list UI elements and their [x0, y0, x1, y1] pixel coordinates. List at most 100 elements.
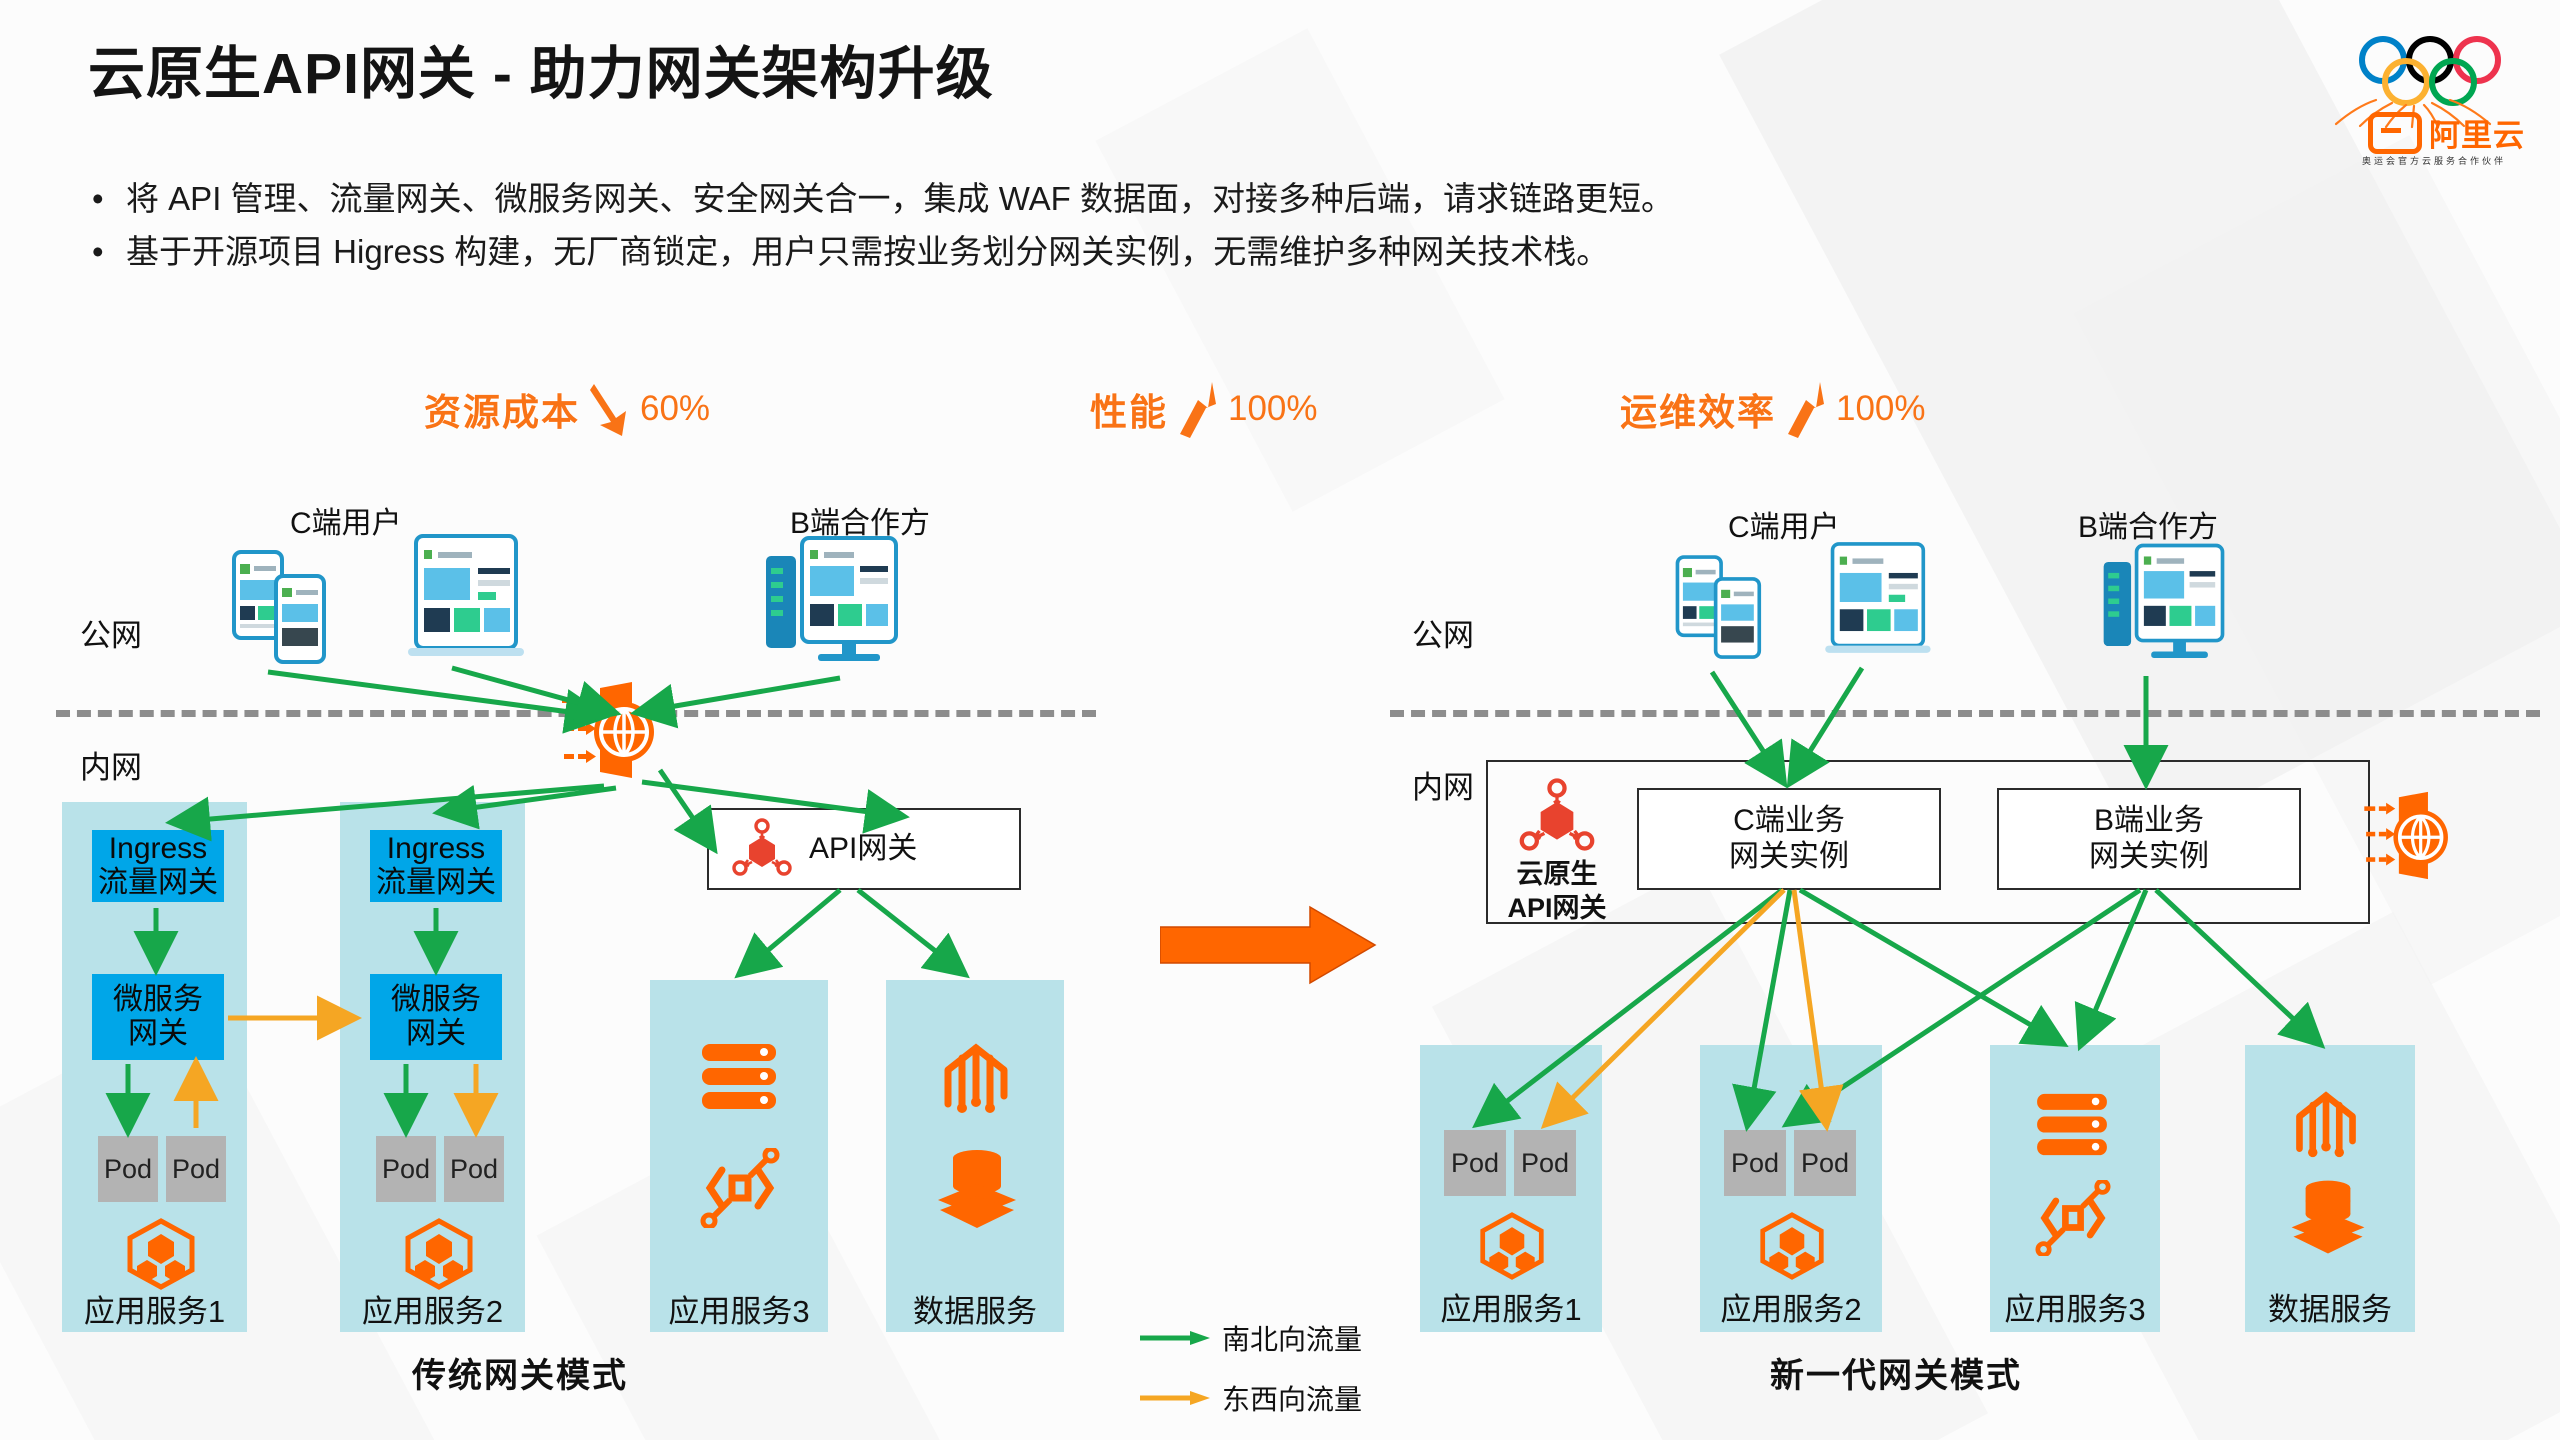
aliyun-wordmark: 阿里云 [2368, 110, 2525, 155]
left-internal-network-label: 内网 [80, 750, 142, 785]
bullet-item: • 基于开源项目 Higress 构建，无厂商锁定，用户只需按业务划分网关实例，… [92, 229, 2422, 276]
database-icon [2291, 1180, 2365, 1254]
slide-root: 云原生API网关 - 助力网关架构升级 • 将 API 管理、流量网关、微服务网… [0, 0, 2560, 1440]
ingress-line1: Ingress [386, 832, 486, 866]
metric-label: 运维效率 [1620, 392, 1776, 433]
metric-value: 100% [1228, 389, 1318, 428]
left-service-name-4: 数据服务 [913, 1294, 1037, 1329]
gateway-globe-icon [562, 682, 654, 778]
server-stack-icon [702, 1044, 776, 1109]
metric-label: 性能 [1090, 392, 1168, 433]
arrow-up-icon [1180, 382, 1216, 438]
analytics-icon [944, 1043, 1008, 1113]
right-service-name-4: 数据服务 [2268, 1292, 2392, 1327]
left-diagram-caption: 传统网关模式 [412, 1357, 628, 1395]
bullet-item: • 将 API 管理、流量网关、微服务网关、安全网关合一，集成 WAF 数据面，… [92, 176, 2422, 223]
right-service-name-2: 应用服务2 [1720, 1292, 1862, 1327]
laptop-icon [1825, 542, 1931, 653]
legend-item-north-south: 南北向流量 [1140, 1318, 1362, 1358]
laptop-icon [408, 534, 524, 656]
instance-b-line2: 网关实例 [2089, 840, 2209, 873]
left-api-gateway-label: API网关 [809, 832, 918, 865]
right-pod-1a: Pod [1444, 1130, 1506, 1196]
aliyun-brand-text: 阿里云 [2429, 118, 2525, 153]
right-public-network-label: 公网 [1412, 618, 1474, 653]
api-gateway-icon [1519, 778, 1595, 851]
instance-c-line1: C端业务 [1733, 804, 1845, 837]
metric-value: 100% [1836, 389, 1926, 428]
right-internal-network-label: 内网 [1412, 770, 1474, 805]
left-user-c-label: C端用户 [290, 507, 402, 540]
gateway-globe-icon [2364, 791, 2448, 880]
service-mesh-icon [700, 1148, 780, 1228]
page-title: 云原生API网关 - 助力网关架构升级 [88, 42, 994, 106]
instance-c-line2: 网关实例 [1729, 840, 1849, 873]
left-pod-2b: Pod [444, 1136, 504, 1202]
left-public-network-label: 公网 [80, 618, 142, 653]
right-pod-1b: Pod [1514, 1130, 1576, 1196]
arrow-up-icon [1788, 382, 1824, 438]
left-service-name-3: 应用服务3 [668, 1294, 810, 1329]
legend-yellow-arrow-icon [1140, 1391, 1210, 1405]
legend-green-arrow-icon [1140, 1331, 1210, 1345]
server-monitor-icon [2103, 543, 2225, 658]
legend-item-east-west: 东西向流量 [1140, 1378, 1362, 1418]
bullet-text: 基于开源项目 Higress 构建，无厂商锁定，用户只需按业务划分网关实例，无需… [126, 232, 1610, 270]
ingress-line2: 流量网关 [376, 866, 496, 899]
cngw-line1: 云原生 [1516, 859, 1598, 889]
right-service-name-1: 应用服务1 [1440, 1292, 1582, 1327]
cloud-native-gateway-label: 云原生 API网关 [1498, 858, 1616, 926]
msgw-line2: 网关 [128, 1017, 188, 1050]
server-stack-icon [2037, 1093, 2107, 1156]
container-cluster-icon [1480, 1212, 1544, 1280]
aliyun-olympic-logo: 阿里云 奥运会官方云服务合作伙伴 [2332, 16, 2532, 176]
right-service-name-3: 应用服务3 [2004, 1292, 2146, 1327]
bullet-marker: • [92, 232, 104, 270]
msgw-line1: 微服务 [391, 983, 481, 1017]
api-gateway-icon [732, 818, 792, 876]
left-ingress-2: Ingress 流量网关 [370, 830, 502, 902]
network-boundary-right [1390, 710, 2540, 717]
bullet-text: 将 API 管理、流量网关、微服务网关、安全网关合一，集成 WAF 数据面，对接… [126, 180, 1674, 217]
bullet-list: • 将 API 管理、流量网关、微服务网关、安全网关合一，集成 WAF 数据面，… [92, 176, 2422, 282]
service-mesh-icon [2035, 1180, 2111, 1256]
legend-label: 南北向流量 [1222, 1324, 1363, 1355]
metric-performance: 性能 100% [1090, 378, 1318, 440]
transition-arrow-icon [1160, 905, 1377, 985]
instance-b-line1: B端业务 [2093, 804, 2204, 837]
server-monitor-icon [766, 536, 898, 661]
container-cluster-icon [1760, 1212, 1824, 1280]
left-service-name-1: 应用服务1 [83, 1294, 226, 1329]
left-microservice-gw-1: 微服务 网关 [92, 974, 224, 1060]
left-service-name-2: 应用服务2 [361, 1294, 504, 1329]
right-pod-2b: Pod [1794, 1130, 1856, 1196]
database-icon [938, 1150, 1016, 1228]
right-gateway-instance-b[interactable]: B端业务 网关实例 [1997, 788, 2301, 890]
mobile-devices-icon [232, 550, 326, 664]
metric-value: 60% [640, 389, 711, 428]
metric-label: 资源成本 [424, 392, 580, 433]
ingress-line1: Ingress [108, 832, 208, 866]
right-diagram-caption: 新一代网关模式 [1770, 1357, 2022, 1395]
left-pod-1a: Pod [98, 1136, 158, 1202]
mobile-devices-icon [1675, 555, 1762, 659]
right-pod-2a: Pod [1724, 1130, 1786, 1196]
bullet-marker: • [92, 180, 104, 217]
msgw-line2: 网关 [406, 1017, 466, 1050]
container-cluster-icon [405, 1218, 473, 1290]
arrow-down-icon [590, 384, 626, 436]
analytics-icon [2296, 1091, 2356, 1158]
msgw-line1: 微服务 [113, 983, 203, 1017]
cngw-line2: API网关 [1507, 892, 1607, 923]
left-pod-1b: Pod [166, 1136, 226, 1202]
left-api-gateway-box[interactable]: API网关 [707, 808, 1021, 890]
logo-subtitle: 奥运会官方云服务合作伙伴 [2362, 156, 2507, 166]
container-cluster-icon [127, 1218, 195, 1290]
left-pod-2a: Pod [376, 1136, 436, 1202]
left-ingress-1: Ingress 流量网关 [92, 830, 224, 902]
metric-ops-efficiency: 运维效率 100% [1620, 378, 1926, 440]
right-gateway-instance-c[interactable]: C端业务 网关实例 [1637, 788, 1941, 890]
aliyun-badge-icon [2368, 111, 2422, 154]
legend-label: 东西向流量 [1222, 1384, 1363, 1415]
metric-resource-cost: 资源成本 60% [424, 378, 710, 440]
